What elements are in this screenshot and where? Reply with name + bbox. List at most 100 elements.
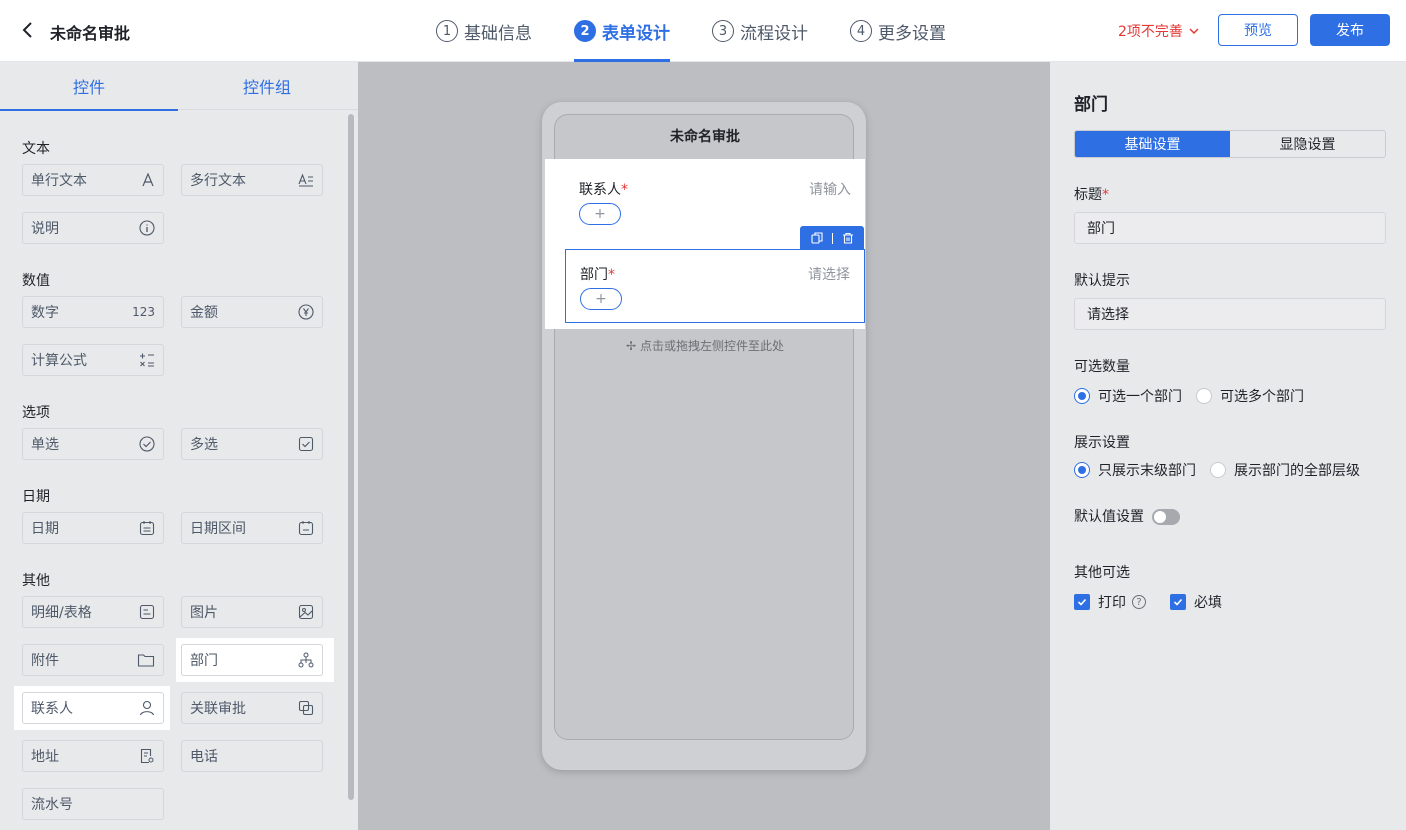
section-number: 数值: [22, 273, 50, 289]
print-checkbox[interactable]: [1074, 594, 1090, 610]
delete-icon[interactable]: [842, 232, 854, 244]
control-multi-line-text[interactable]: 多行文本: [181, 164, 323, 196]
field-label: 联系人*: [579, 182, 628, 198]
field-toolbar: [800, 226, 864, 250]
incomplete-items-dropdown[interactable]: 2项不完善: [1118, 21, 1199, 41]
control-address[interactable]: 地址: [22, 740, 164, 772]
form-canvas: 未命名审批 联系人* 请输入 + 部门* 请选择 + ✢ 点击或拖拽左侧控件至此: [358, 62, 1050, 830]
default-hint-input[interactable]: 请选择: [1074, 298, 1386, 330]
add-icon[interactable]: +: [579, 203, 621, 225]
check-circle-icon: [139, 436, 155, 452]
title-input[interactable]: 部门: [1074, 212, 1386, 244]
font-a-icon: [141, 173, 155, 187]
control-contact[interactable]: 联系人: [22, 692, 164, 724]
control-date-range[interactable]: 日期区间: [181, 512, 323, 544]
yen-icon: [298, 304, 314, 320]
step-nav: 1 基础信息 2 表单设计 3 流程设计 4 更多设置: [436, 0, 988, 62]
step-label: 更多设置: [878, 23, 946, 44]
radio-full-hierarchy[interactable]: [1210, 462, 1226, 478]
step-number: 4: [850, 20, 872, 42]
control-label: 多行文本: [190, 173, 246, 189]
form-field-department[interactable]: 部门* 请选择 +: [565, 226, 865, 323]
default-value-setting: 默认值设置: [1074, 506, 1181, 526]
control-amount[interactable]: 金额: [181, 296, 323, 328]
check-square-icon: [298, 436, 314, 452]
control-single-line-text[interactable]: 单行文本: [22, 164, 164, 196]
publish-button[interactable]: 发布: [1310, 14, 1390, 46]
control-label: 说明: [31, 221, 59, 237]
control-formula[interactable]: 计算公式: [22, 344, 164, 376]
control-label: 流水号: [31, 797, 73, 813]
back-arrow-icon[interactable]: [18, 20, 38, 40]
control-phone[interactable]: 电话: [181, 740, 323, 772]
tab-control-groups[interactable]: 控件组: [178, 62, 356, 110]
folder-icon: [137, 652, 155, 668]
calendar-icon: [139, 520, 155, 536]
selectable-count-options: 可选一个部门 可选多个部门: [1074, 386, 1304, 406]
control-label: 图片: [190, 605, 218, 621]
control-label: 明细/表格: [31, 605, 92, 621]
tab-visibility-settings[interactable]: 显隐设置: [1230, 131, 1385, 157]
radio-leaf-only[interactable]: [1074, 462, 1090, 478]
calculator-icon: [139, 352, 155, 368]
other-options: 打印 ? 必填: [1074, 592, 1222, 612]
incomplete-label: 2项不完善: [1118, 24, 1183, 40]
properties-title: 部门: [1074, 95, 1108, 115]
control-attachment[interactable]: 附件: [22, 644, 164, 676]
radio-single-department[interactable]: [1074, 388, 1090, 404]
move-icon: ✢: [626, 339, 637, 353]
control-multi-choice[interactable]: 多选: [181, 428, 323, 460]
radio-multi-department[interactable]: [1196, 388, 1212, 404]
control-label: 计算公式: [31, 353, 87, 369]
chevron-down-icon: [1189, 28, 1199, 35]
tab-controls[interactable]: 控件: [0, 62, 178, 111]
control-description[interactable]: 说明: [22, 212, 164, 244]
control-date[interactable]: 日期: [22, 512, 164, 544]
control-single-choice[interactable]: 单选: [22, 428, 164, 460]
field-label: 部门*: [580, 267, 615, 283]
info-icon: [139, 220, 155, 236]
copy-icon[interactable]: [810, 232, 823, 244]
control-number[interactable]: 数字 123: [22, 296, 164, 328]
required-checkbox[interactable]: [1170, 594, 1186, 610]
preview-button[interactable]: 预览: [1218, 14, 1298, 46]
field-placeholder: 请输入: [809, 182, 851, 198]
step-basic-info[interactable]: 1 基础信息: [436, 0, 532, 62]
add-icon[interactable]: +: [580, 288, 622, 310]
section-text: 文本: [22, 141, 50, 157]
control-label: 日期: [31, 521, 59, 537]
control-label: 多选: [190, 437, 218, 453]
other-options-label: 其他可选: [1074, 565, 1130, 581]
approval-title: 未命名审批: [50, 24, 131, 43]
control-label: 日期区间: [190, 521, 246, 537]
step-more-settings[interactable]: 4 更多设置: [850, 0, 946, 62]
properties-panel: 部门 基础设置 显隐设置 标题* 部门 默认提示 请选择 可选数量 可选一个部门…: [1050, 62, 1406, 830]
step-form-design[interactable]: 2 表单设计: [574, 0, 670, 62]
control-department[interactable]: 部门: [181, 644, 323, 676]
step-label: 表单设计: [602, 23, 670, 44]
control-label: 数字: [31, 305, 59, 321]
control-related-approval[interactable]: 关联审批: [181, 692, 323, 724]
control-label: 关联审批: [190, 701, 246, 717]
radio-label: 只展示末级部门: [1098, 463, 1196, 479]
address-doc-icon: [139, 748, 155, 764]
control-label: 单选: [31, 437, 59, 453]
section-date: 日期: [22, 489, 50, 505]
checkbox-label: 打印: [1098, 595, 1126, 611]
toolbar-divider: [831, 232, 833, 244]
default-value-toggle[interactable]: [1152, 509, 1181, 525]
radio-label: 可选多个部门: [1220, 389, 1304, 405]
scrollbar[interactable]: [348, 114, 354, 800]
step-number: 3: [712, 20, 734, 42]
step-flow-design[interactable]: 3 流程设计: [712, 0, 808, 62]
step-number: 1: [436, 20, 458, 42]
properties-tabs: 基础设置 显隐设置: [1074, 130, 1386, 158]
image-icon: [298, 604, 314, 620]
control-detail-table[interactable]: 明细/表格: [22, 596, 164, 628]
tab-basic-settings[interactable]: 基础设置: [1075, 131, 1230, 157]
user-icon: [139, 700, 155, 716]
help-icon[interactable]: ?: [1132, 595, 1146, 609]
control-serial-number[interactable]: 流水号: [22, 788, 164, 820]
org-tree-icon: [298, 652, 314, 668]
control-image[interactable]: 图片: [181, 596, 323, 628]
